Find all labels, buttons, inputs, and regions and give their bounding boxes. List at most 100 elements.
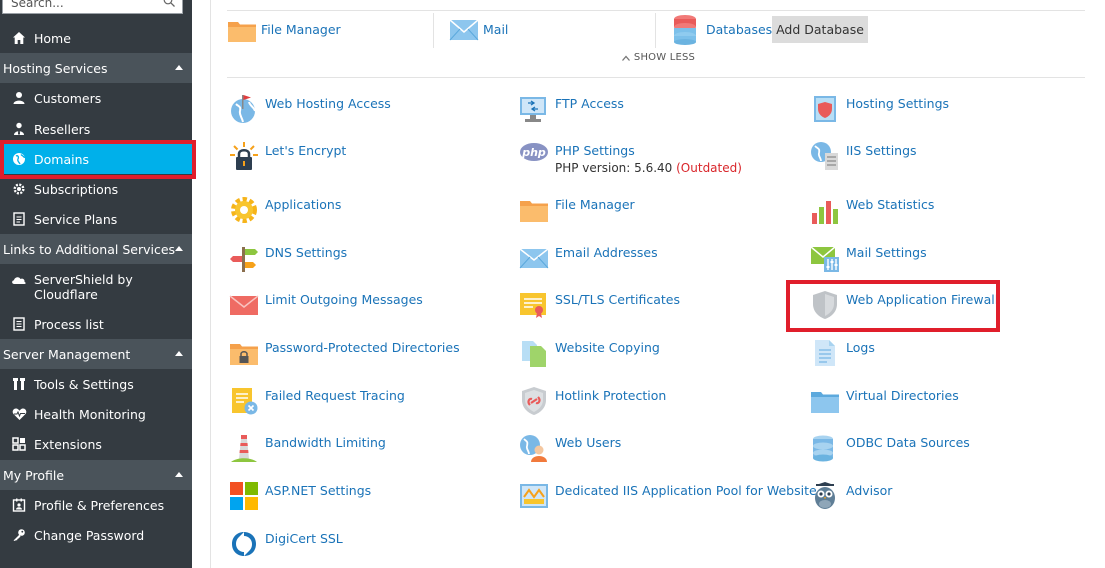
tool-virtual-dirs[interactable]: Virtual Directories: [810, 386, 959, 416]
divider: [227, 77, 1085, 78]
ftp-access-icon: [520, 97, 546, 122]
reseller-icon: [11, 121, 27, 137]
web-users-icon: [520, 435, 547, 462]
sidebar-item-subscriptions[interactable]: Subscriptions: [0, 174, 192, 204]
virtual-folder-icon: [811, 392, 839, 413]
tool-dns-settings[interactable]: DNS Settings: [229, 243, 347, 273]
hotlink-shield-icon: [522, 387, 546, 415]
tool-email-addresses[interactable]: Email Addresses: [519, 243, 658, 273]
mail-settings-icon: [810, 246, 839, 272]
tool-hotlink[interactable]: Hotlink Protection: [519, 386, 666, 416]
collapse-caret-icon[interactable]: [175, 351, 183, 356]
tool-php-settings[interactable]: php PHP Settings PHP version: 5.6.40 (Ou…: [519, 141, 742, 175]
php-version-text: PHP version: 5.6.40 (Outdated): [555, 161, 742, 175]
tool-mail-settings[interactable]: Mail Settings: [810, 243, 927, 273]
tool-web-users[interactable]: Web Users: [519, 433, 621, 463]
home-icon: [11, 30, 27, 46]
web-hosting-access-icon: [231, 95, 256, 123]
tool-odbc[interactable]: ODBC Data Sources: [810, 433, 970, 463]
folder-icon: [228, 21, 256, 42]
bandwidth-lighthouse-icon: [231, 435, 257, 462]
lets-encrypt-icon: [230, 142, 258, 170]
collapse-caret-icon[interactable]: [175, 472, 183, 477]
tool-aspnet[interactable]: ASP.NET Settings: [229, 481, 371, 511]
sidebar-item-extensions[interactable]: Extensions: [0, 429, 192, 459]
top-databases[interactable]: Databases: [672, 11, 772, 48]
certificate-icon: [520, 293, 546, 318]
svg-text:php: php: [521, 146, 546, 159]
tool-failed-request[interactable]: Failed Request Tracing: [229, 386, 405, 416]
tool-logs[interactable]: Logs: [810, 338, 875, 368]
top-file-manager[interactable]: File Manager: [227, 11, 341, 48]
digicert-icon: [232, 532, 256, 556]
gear-icon: [11, 181, 27, 197]
sidebar-item-service-plans[interactable]: Service Plans: [0, 204, 192, 234]
database-icon: [674, 14, 696, 45]
tool-web-statistics[interactable]: Web Statistics: [810, 195, 934, 225]
tool-file-manager[interactable]: File Manager: [519, 195, 635, 225]
document-icon: [11, 211, 27, 227]
tool-hosting-settings[interactable]: Hosting Settings: [810, 94, 949, 124]
tool-website-copying[interactable]: Website Copying: [519, 338, 660, 368]
top-mail[interactable]: Mail: [449, 11, 508, 48]
tool-ftp-access[interactable]: FTP Access: [519, 94, 624, 124]
tool-advisor[interactable]: Advisor: [810, 481, 892, 511]
copy-pages-icon: [522, 341, 546, 367]
show-less-toggle[interactable]: SHOW LESS: [211, 52, 1105, 63]
tool-password-protected[interactable]: Password-Protected Directories: [229, 338, 460, 368]
main-panel: File Manager Mail Databases Add Database…: [210, 0, 1105, 568]
tool-iis-settings[interactable]: IIS Settings: [810, 141, 917, 171]
key-icon: [11, 527, 27, 543]
limit-outgoing-mail-icon: [229, 295, 259, 315]
email-icon: [519, 248, 549, 269]
section-my-profile[interactable]: My Profile: [0, 460, 192, 490]
tool-digicert[interactable]: DigiCert SSL: [229, 529, 343, 559]
tool-bandwidth[interactable]: Bandwidth Limiting: [229, 433, 386, 463]
search-icon[interactable]: [163, 0, 175, 7]
sidebar: Search... Home Hosting Services Customer…: [0, 0, 196, 568]
tool-applications[interactable]: Applications: [229, 195, 341, 225]
odbc-database-icon: [813, 435, 833, 462]
sidebar-item-change-password[interactable]: Change Password: [0, 520, 192, 550]
tool-limit-outgoing[interactable]: Limit Outgoing Messages: [229, 290, 423, 320]
sidebar-item-servershield[interactable]: ServerShield by Cloudflare: [0, 264, 192, 308]
search-input[interactable]: Search...: [2, 0, 183, 14]
tool-iis-pool[interactable]: Dedicated IIS Application Pool for Websi…: [519, 481, 817, 511]
mail-icon: [449, 18, 479, 40]
sidebar-item-process-list[interactable]: Process list: [0, 309, 192, 339]
collapse-caret-icon[interactable]: [175, 246, 183, 251]
separator: [433, 13, 434, 48]
add-database-button[interactable]: Add Database: [772, 16, 868, 43]
search-placeholder: Search...: [11, 0, 64, 10]
tools-icon: [11, 376, 27, 392]
collapse-caret-icon[interactable]: [175, 65, 183, 70]
dns-signpost-icon: [230, 247, 258, 272]
user-icon: [11, 90, 27, 106]
iis-settings-icon: [811, 142, 838, 170]
outdated-label: (Outdated): [676, 161, 742, 175]
logs-document-icon: [815, 340, 835, 366]
sidebar-item-profile-preferences[interactable]: Profile & Preferences: [0, 490, 192, 520]
aspnet-windows-icon: [230, 482, 258, 510]
waf-highlight-outline: [786, 280, 1000, 332]
quick-links-row: File Manager Mail Databases Add Database: [227, 10, 1085, 48]
extensions-icon: [11, 436, 27, 452]
folder-icon: [520, 201, 548, 222]
profile-card-icon: [11, 497, 27, 513]
advisor-owl-icon: [815, 482, 835, 509]
hosting-settings-icon: [814, 96, 836, 122]
web-statistics-chart-icon: [812, 201, 838, 224]
sidebar-item-customers[interactable]: Customers: [0, 83, 192, 113]
section-links-additional[interactable]: Links to Additional Services: [0, 234, 192, 264]
tool-lets-encrypt[interactable]: Let's Encrypt: [229, 141, 346, 171]
sidebar-item-health-monitoring[interactable]: Health Monitoring: [0, 399, 192, 429]
section-server-management[interactable]: Server Management: [0, 339, 192, 369]
sidebar-item-home[interactable]: Home: [0, 23, 192, 53]
sidebar-item-tools-settings[interactable]: Tools & Settings: [0, 369, 192, 399]
list-icon: [11, 316, 27, 332]
php-icon: php: [520, 143, 548, 161]
tool-ssl-tls[interactable]: SSL/TLS Certificates: [519, 290, 680, 320]
section-hosting-services[interactable]: Hosting Services: [0, 53, 192, 83]
heart-icon: [11, 406, 27, 422]
tool-web-hosting-access[interactable]: Web Hosting Access: [229, 94, 391, 124]
